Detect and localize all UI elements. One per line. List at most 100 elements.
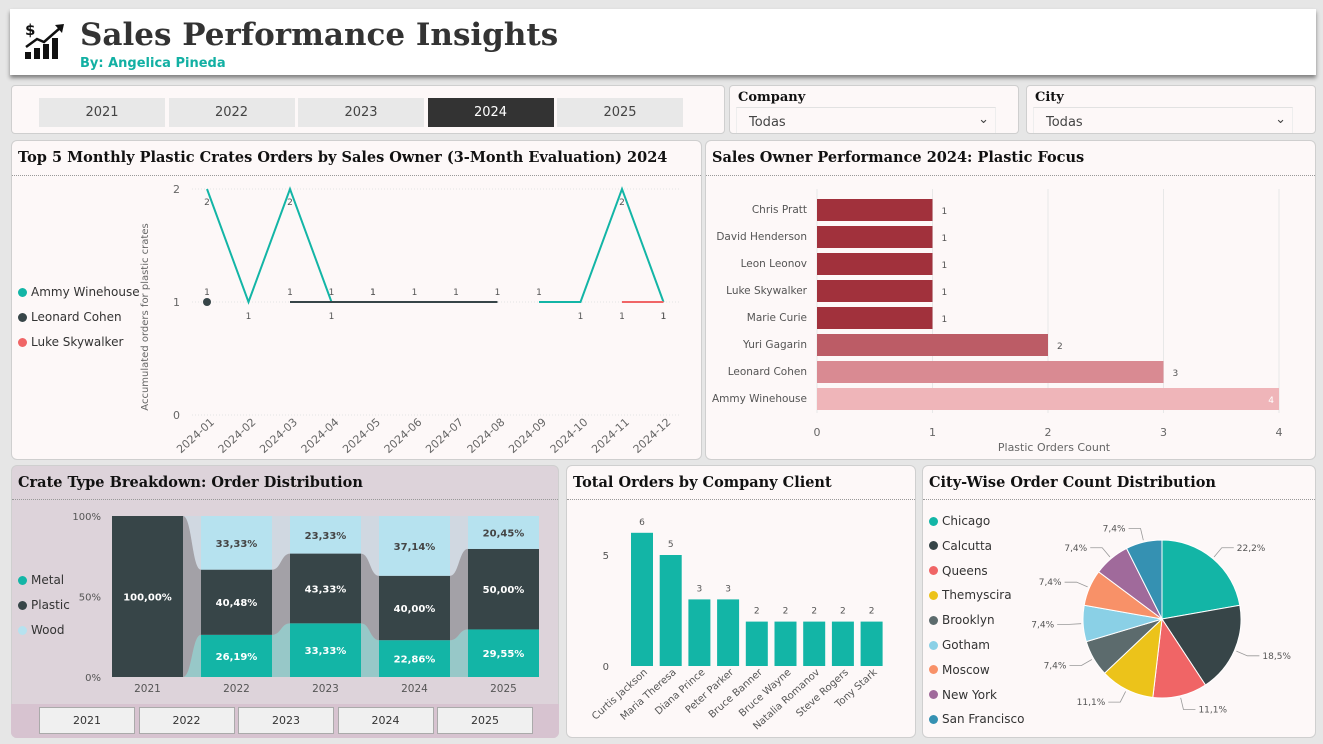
data-label: 1 <box>619 312 625 322</box>
x-tick-label: 2024-05 <box>340 416 383 456</box>
year-button-2023[interactable]: 2023 <box>298 98 424 127</box>
data-label: 33,33% <box>305 646 347 657</box>
data-label: 37,14% <box>394 542 436 553</box>
data-label: 3 <box>725 584 731 594</box>
x-tick-label: 2024 <box>401 683 428 695</box>
data-label: 3 <box>697 584 703 594</box>
city-dropdown[interactable]: Todas ⌄ <box>1033 107 1293 133</box>
x-tick-label: 2024-08 <box>465 416 508 456</box>
y-tick-label: Ammy Winehouse <box>712 393 807 405</box>
year-button-2025[interactable]: 2025 <box>557 98 683 127</box>
bar-ammy-winehouse <box>817 388 1279 410</box>
line-chart: 0 1 2 Accumulated orders for plastic crates… <box>140 183 680 456</box>
data-label: 40,48% <box>216 598 258 609</box>
bar-leonard-cohen <box>817 361 1164 383</box>
legend-dot <box>18 600 27 610</box>
data-label: 43,33% <box>305 584 347 595</box>
page-subtitle: By: Angelica Pineda <box>80 56 226 71</box>
bar-luke-skywalker <box>817 280 933 302</box>
y-tick-label: 0 <box>173 409 180 422</box>
year-button-2021[interactable]: 2021 <box>39 98 165 127</box>
leader-line <box>1057 623 1082 625</box>
x-tick-label: 0 <box>814 426 821 439</box>
legend-item-plastic: Plastic <box>18 598 70 612</box>
data-label: 100,00% <box>123 593 172 604</box>
data-label: 1 <box>329 288 335 298</box>
bar-yuri-gagarin <box>817 334 1048 356</box>
owner-bar-panel: Sales Owner Performance 2024: Plastic Fo… <box>705 140 1316 460</box>
data-label: 2 <box>1057 342 1063 352</box>
leader-line <box>1236 650 1260 657</box>
company-dropdown-value: Todas <box>749 115 786 130</box>
data-label: 2 <box>811 607 817 617</box>
y-tick-label: Leon Leonov <box>741 258 807 270</box>
y-tick-label: Luke Skywalker <box>726 285 808 297</box>
y-tick-label: Leonard Cohen <box>728 366 807 378</box>
bar-steve-rogers <box>831 621 854 666</box>
y-tick-label: 5 <box>603 551 609 562</box>
y-tick-label: David Henderson <box>716 231 807 243</box>
y-tick-label: 0 <box>603 662 609 673</box>
leader-line <box>1213 547 1234 558</box>
data-label: 1 <box>536 288 542 298</box>
city-pie-panel: City-Wise Order Count Distribution Chica… <box>922 465 1316 738</box>
y-tick-label: 1 <box>173 296 180 309</box>
company-client-panel: Total Orders by Company Client 0 5 6 Curtis… <box>566 465 916 738</box>
data-label: 50,00% <box>483 585 525 596</box>
bar-bruce-wayne <box>774 621 797 666</box>
bottom-year-button-2022[interactable]: 2022 <box>138 707 235 734</box>
y-axis-label: Accumulated orders for plastic crates <box>140 223 151 410</box>
data-label: 1 <box>453 288 459 298</box>
data-label: 1 <box>942 207 948 217</box>
svg-text:$: $ <box>25 21 35 39</box>
legend-label: Metal <box>31 573 65 587</box>
bottom-year-button-2025[interactable]: 2025 <box>437 707 533 734</box>
company-filter-label: Company <box>738 90 806 105</box>
bottom-year-button-2023[interactable]: 2023 <box>238 707 334 734</box>
year-button-2024[interactable]: 2024 <box>427 98 554 127</box>
series-line-0 <box>539 186 665 303</box>
data-label: 2 <box>287 198 293 208</box>
leader-line <box>1064 581 1088 588</box>
bar-chris-pratt <box>817 199 933 221</box>
x-tick-label: 2024-12 <box>631 416 674 456</box>
series-point <box>203 298 211 306</box>
bar-diana-prince <box>688 599 711 666</box>
data-label: 1 <box>412 288 418 298</box>
data-label: 18,5% <box>1262 652 1291 662</box>
data-label: 2 <box>619 198 625 208</box>
data-label: 5 <box>668 540 674 550</box>
bottom-year-button-2024[interactable]: 2024 <box>337 707 434 734</box>
bar-tony-stark <box>860 621 883 666</box>
x-tick-label: 2025 <box>490 683 517 695</box>
bar-david-henderson <box>817 226 933 248</box>
crate-type-panel: Crate Type Breakdown: Order Distribution… <box>11 465 559 738</box>
leader-line <box>1128 528 1144 541</box>
page-title: Sales Performance Insights <box>80 17 559 53</box>
chevron-down-icon: ⌄ <box>978 112 989 127</box>
city-pie-chart: 22,2% 18,5% 11,1% 11,1% 7,4% 7,4% 7,4% 7,4% 7,4% <box>1031 525 1291 716</box>
company-filter: Company Todas ⌄ <box>729 85 1019 134</box>
year-button-2022[interactable]: 2022 <box>168 98 295 127</box>
x-tick-label: 2024-03 <box>257 416 300 456</box>
legend-dot <box>18 575 27 585</box>
legend-dot <box>18 625 27 635</box>
data-label: 6 <box>639 518 645 528</box>
chevron-down-icon: ⌄ <box>1275 112 1286 127</box>
y-tick-label: 2 <box>173 183 180 196</box>
x-tick-label: 2024-11 <box>589 416 632 456</box>
bar-leon-leonov <box>817 253 933 275</box>
legend-item-metal: Metal <box>18 573 64 587</box>
bottom-year-button-2021[interactable]: 2021 <box>39 707 135 734</box>
bar-peter-parker <box>717 599 740 666</box>
x-tick-label: 2024-02 <box>216 416 259 456</box>
line-chart-panel: Top 5 Monthly Plastic Crates Orders by S… <box>11 140 702 460</box>
leader-line <box>1180 697 1196 710</box>
x-tick-label: Diana Prince <box>653 667 707 717</box>
city-filter: City Todas ⌄ <box>1026 85 1316 134</box>
data-label: 26,19% <box>216 652 258 663</box>
leader-line <box>1108 691 1127 703</box>
company-dropdown[interactable]: Todas ⌄ <box>736 107 996 133</box>
data-label: 2 <box>840 607 846 617</box>
y-tick-label: 100% <box>72 512 101 523</box>
